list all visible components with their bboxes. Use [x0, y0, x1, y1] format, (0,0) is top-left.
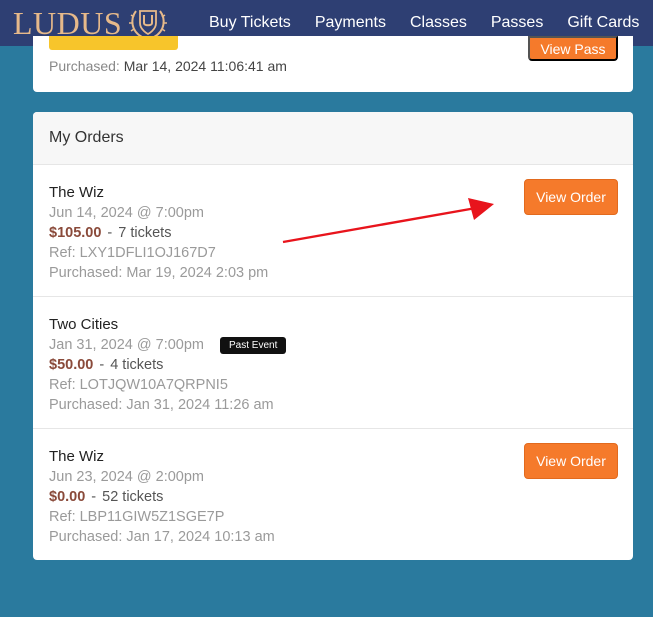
nav-buy-tickets[interactable]: Buy Tickets — [209, 14, 291, 32]
nav-gift-cards[interactable]: Gift Cards — [567, 14, 639, 32]
order-summary: $50.00 - 4 tickets — [49, 355, 617, 375]
order-item: Two Cities Jan 31, 2024 @ 7:00pm Past Ev… — [33, 297, 633, 429]
pass-card: View Pass Purchased: Mar 14, 2024 11:06:… — [33, 36, 633, 92]
order-purchased: Purchased: Mar 19, 2024 2:03 pm — [49, 265, 269, 281]
order-summary: $105.00 - 7 tickets — [49, 223, 617, 243]
order-item: The Wiz Jun 14, 2024 @ 7:00pm $105.00 - … — [33, 165, 633, 297]
order-ref: Ref: LBP11GIW5Z1SGE7P — [49, 509, 225, 525]
view-pass-button[interactable]: View Pass — [528, 36, 618, 61]
order-event-date: Jan 31, 2024 @ 7:00pm — [49, 337, 204, 353]
order-purchased: Purchased: Jan 31, 2024 11:26 am — [49, 397, 274, 413]
my-orders-title: My Orders — [49, 129, 124, 146]
pass-purchased-label: Purchased: — [49, 58, 120, 74]
nav-passes[interactable]: Passes — [491, 14, 543, 32]
order-ref: Ref: LXY1DFLI1OJ167D7 — [49, 245, 216, 261]
view-order-button[interactable]: View Order — [524, 179, 618, 215]
pass-purchased-line: Purchased: Mar 14, 2024 11:06:41 am — [49, 58, 287, 74]
order-item: The Wiz Jun 23, 2024 @ 2:00pm $0.00 - 52… — [33, 429, 633, 561]
view-order-button[interactable]: View Order — [524, 443, 618, 479]
order-purchased: Purchased: Jan 17, 2024 10:13 am — [49, 529, 275, 545]
order-ref: Ref: LOTJQW10A7QRPNI5 — [49, 377, 228, 393]
my-orders-header: My Orders — [33, 112, 633, 165]
order-price: $0.00 — [49, 489, 86, 505]
pass-purchased-value: Mar 14, 2024 11:06:41 am — [123, 58, 287, 74]
order-title-row: Two Cities — [49, 315, 617, 335]
pass-status-badge — [49, 36, 178, 50]
order-date-row: Jan 31, 2024 @ 7:00pm Past Event — [49, 335, 617, 355]
order-ticket-count: 7 tickets — [118, 225, 172, 241]
order-separator: - — [107, 225, 113, 241]
my-orders-card: My Orders The Wiz Jun 14, 2024 @ 7:00pm … — [33, 112, 633, 560]
order-price: $105.00 — [49, 225, 102, 241]
nav-classes[interactable]: Classes — [410, 14, 467, 32]
order-summary: $0.00 - 52 tickets — [49, 487, 617, 507]
order-separator: - — [99, 357, 105, 373]
nav-payments[interactable]: Payments — [315, 14, 386, 32]
order-separator: - — [91, 489, 97, 505]
past-event-badge: Past Event — [220, 336, 287, 354]
order-price: $50.00 — [49, 357, 94, 373]
order-ticket-count: 4 tickets — [110, 357, 164, 373]
order-ticket-count: 52 tickets — [102, 489, 164, 505]
order-event-title: Two Cities — [49, 316, 119, 333]
